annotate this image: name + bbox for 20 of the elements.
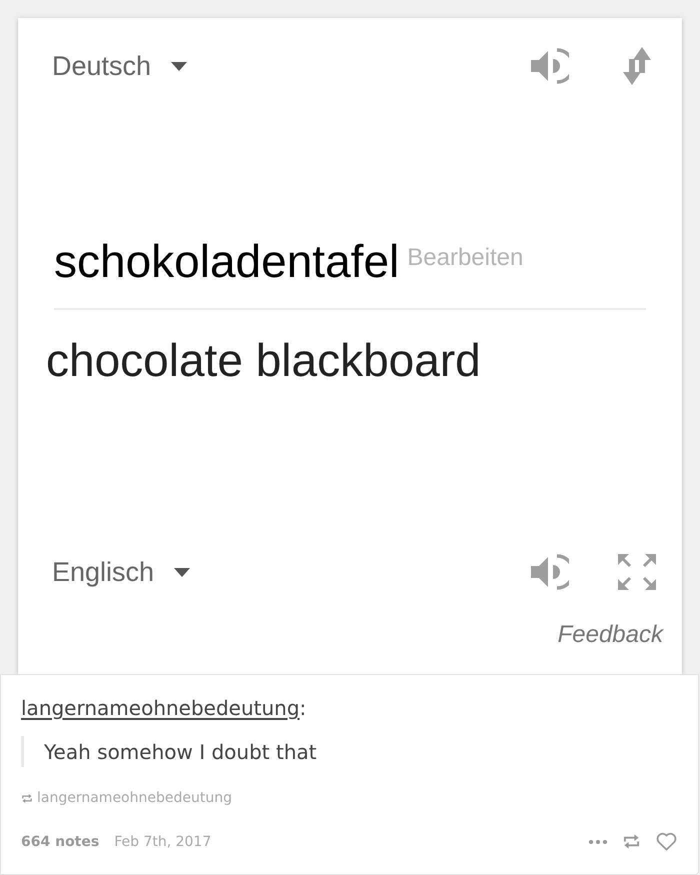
caret-icon[interactable]	[171, 62, 188, 70]
author-attribution: langernameohnebedeutung:	[21, 695, 306, 722]
reblog-source-link[interactable]: langernameohnebedeutung	[37, 791, 232, 805]
heart-icon[interactable]	[656, 832, 677, 851]
expand-icon[interactable]	[617, 553, 657, 591]
notes-count[interactable]: 664 notes	[21, 834, 100, 848]
author-link[interactable]: langernameohnebedeutung	[21, 696, 300, 720]
source-language-dropdown[interactable]: Deutsch	[52, 52, 188, 80]
speaker-icon[interactable]	[529, 46, 569, 86]
feedback-link[interactable]: Feedback	[558, 623, 663, 647]
caret-icon[interactable]	[174, 568, 190, 576]
post-date: Feb 7th, 2017	[114, 834, 212, 848]
more-options-icon[interactable]	[589, 840, 607, 844]
quote-text: Yeah somehow I doubt that	[44, 742, 317, 762]
source-text: schokoladentafel	[54, 238, 400, 284]
reblog-icon	[21, 792, 33, 804]
speaker-icon[interactable]	[529, 552, 569, 592]
target-language-dropdown[interactable]: Englisch	[52, 558, 190, 586]
reblog-icon[interactable]	[622, 833, 641, 850]
translation-text: chocolate blackboard	[46, 334, 481, 386]
